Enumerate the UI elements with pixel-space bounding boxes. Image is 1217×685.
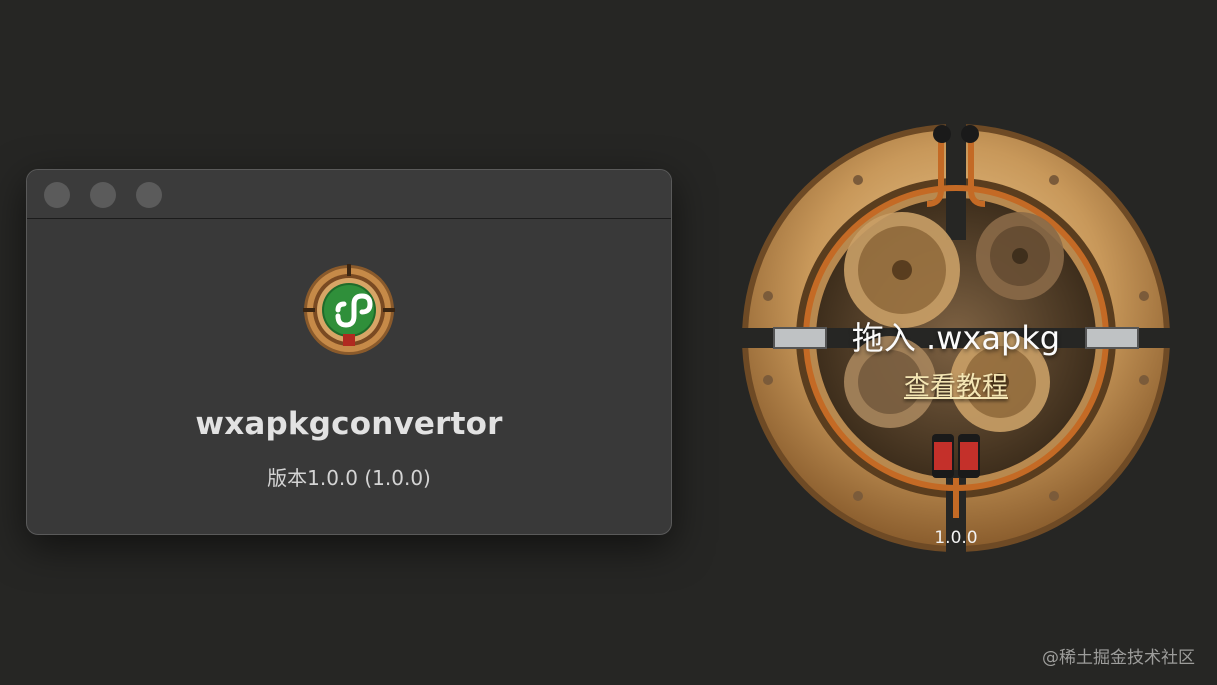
app-name: wxapkgconvertor bbox=[195, 406, 503, 442]
zoom-button[interactable] bbox=[136, 182, 162, 208]
title-bar[interactable] bbox=[27, 170, 671, 219]
view-tutorial-link[interactable]: 查看教程 bbox=[738, 366, 1174, 403]
drop-zone[interactable]: 拖入 .wxapkg 查看教程 1.0.0 bbox=[738, 120, 1174, 556]
minimize-button[interactable] bbox=[90, 182, 116, 208]
app-icon bbox=[303, 264, 395, 355]
app-version: 版本1.0.0 (1.0.0) bbox=[267, 466, 431, 490]
about-window: wxapkgconvertor 版本1.0.0 (1.0.0) bbox=[26, 169, 672, 535]
dial-version: 1.0.0 bbox=[934, 528, 978, 548]
drop-instruction: 拖入 .wxapkg bbox=[851, 319, 1061, 357]
watermark: @稀土掘金技术社区 bbox=[1042, 648, 1195, 668]
close-button[interactable] bbox=[44, 182, 70, 208]
